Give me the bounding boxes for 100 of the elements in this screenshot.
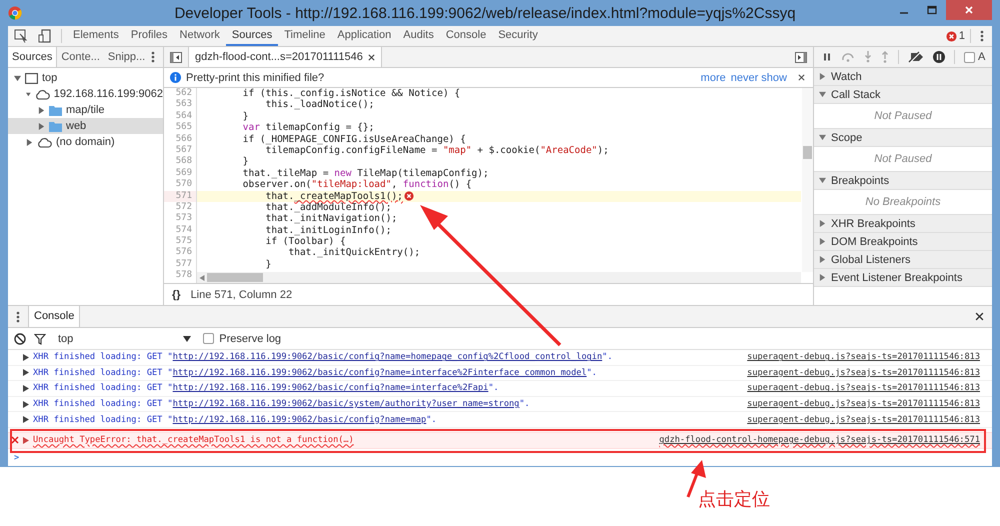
scroll-left-icon[interactable]	[197, 274, 207, 280]
log-message-end: ".	[488, 383, 499, 394]
deactivate-breakpoints-icon[interactable]	[908, 51, 924, 63]
log-message: XHR finished loading: GET "	[33, 399, 173, 410]
checkbox-label: A	[978, 51, 986, 63]
async-checkbox[interactable]	[964, 52, 975, 62]
source-link[interactable]: gdzh-flood-control-homepage-debug.js?seajs-ts=201701111546:571	[659, 435, 980, 446]
infobar-link[interactable]: more	[700, 72, 726, 84]
frame-icon	[25, 72, 38, 84]
tree-item[interactable]: top	[8, 70, 163, 86]
panel-tab[interactable]: Network	[174, 26, 226, 46]
section-header[interactable]: Global Listeners	[814, 251, 992, 269]
collapsed-arrow-icon	[26, 138, 33, 146]
expanded-arrow-icon	[819, 177, 826, 184]
code-line: }	[242, 110, 248, 122]
expand-arrow-icon[interactable]	[23, 436, 29, 444]
panel-tab[interactable]: Console	[440, 26, 492, 46]
section-header[interactable]: DOM Breakpoints	[814, 233, 992, 251]
section-header[interactable]: Call Stack	[814, 86, 992, 104]
code-line: tilemapConfig.configFileName = "map" + $.cookie("AreaCode");	[264, 144, 609, 156]
source-link[interactable]: superagent-debug.js?seajs-ts=201701111546:813	[747, 352, 980, 362]
code-line: that._tileMap = new TileMap(tilemapConfig);	[242, 168, 489, 180]
url-link[interactable]: http://192.168.116.199:9062/basic/config?name=map	[172, 414, 426, 425]
vertical-scrollbar[interactable]	[802, 88, 813, 272]
panel-tab[interactable]: Security	[492, 26, 544, 46]
cloud-icon	[34, 88, 50, 100]
expand-arrow-icon[interactable]	[23, 369, 29, 376]
expand-arrow-icon[interactable]	[23, 354, 29, 361]
console-tab[interactable]: Console	[28, 306, 80, 327]
source-link[interactable]: superagent-debug.js?seajs-ts=201701111546:813	[747, 383, 980, 394]
panel-tab[interactable]: Audits	[397, 26, 440, 46]
pause-icon[interactable]	[822, 52, 832, 62]
infobar-link[interactable]: never show	[730, 72, 787, 84]
more-options-icon[interactable]	[151, 51, 155, 63]
line-number: 575	[174, 236, 193, 247]
inspect-icon[interactable]	[14, 29, 28, 43]
maximize-icon	[927, 5, 937, 15]
toggle-navigator-icon[interactable]	[170, 52, 182, 62]
folder-icon	[49, 104, 62, 116]
toggle-debugger-icon[interactable]	[795, 52, 807, 62]
window-title: Developer Tools - http://192.168.116.199:9062/web/release/index.html?module=yqjs%2Cssyq	[173, 4, 797, 22]
device-icon[interactable]	[38, 29, 52, 43]
source-link[interactable]: superagent-debug.js?seajs-ts=201701111546:813	[747, 399, 980, 410]
navigator-tab[interactable]: Conte...	[57, 47, 104, 67]
close-button[interactable]	[946, 0, 992, 20]
close-icon[interactable]	[975, 312, 984, 321]
panel-tab[interactable]: Timeline	[278, 26, 332, 46]
url-link[interactable]: http://192.168.116.199:9062/basic/config?name=interface%2Fapi	[172, 383, 488, 394]
log-message: XHR finished loading: GET "	[33, 352, 173, 362]
empty-message: Not Paused	[874, 153, 932, 165]
close-icon[interactable]	[368, 54, 375, 60]
collapsed-arrow-icon	[38, 122, 45, 130]
navigator-tab[interactable]: Sources	[8, 47, 58, 67]
clear-console-icon[interactable]	[14, 332, 26, 344]
line-number: 569	[174, 168, 193, 179]
pause-on-exceptions-icon[interactable]	[933, 51, 945, 63]
line-number: 567	[174, 144, 193, 156]
panel-tab[interactable]: Application	[331, 26, 398, 46]
tree-item[interactable]: (no domain)	[8, 134, 163, 150]
section-header[interactable]: Event Listener Breakpoints	[814, 269, 992, 287]
file-tab[interactable]: gdzh-flood-cont...s=201701111546	[188, 47, 382, 67]
log-message: XHR finished loading: GET "	[33, 414, 173, 425]
log-message-end: ".	[519, 399, 530, 410]
log-message-end: ".	[586, 368, 597, 378]
section-header[interactable]: Scope	[814, 129, 992, 147]
expand-arrow-icon[interactable]	[23, 384, 29, 392]
line-number: 570	[174, 179, 193, 191]
line-number: 571	[164, 190, 196, 202]
close-icon[interactable]	[798, 74, 805, 81]
panel-tab[interactable]: Profiles	[124, 26, 174, 46]
horizontal-scrollbar[interactable]	[197, 272, 801, 283]
error-icon	[11, 436, 19, 444]
collapsed-arrow-icon	[819, 238, 826, 245]
preserve-log-checkbox[interactable]	[203, 333, 214, 344]
tree-item[interactable]: web	[8, 118, 163, 134]
tree-item[interactable]: 192.168.116.199:9062	[8, 86, 163, 102]
error-count[interactable]: 1	[958, 30, 965, 42]
line-number: 564	[174, 110, 193, 122]
expand-arrow-icon[interactable]	[23, 400, 29, 408]
pretty-print-button[interactable]: {}	[172, 288, 181, 300]
url-link[interactable]: http://192.168.116.199:9062/basic/system/authority?user_name=strong	[172, 399, 520, 410]
url-link[interactable]: http://192.168.116.199:9062/basic/config?name=interface%2Finterface_common_model	[172, 368, 587, 378]
filter-icon[interactable]	[34, 332, 46, 344]
source-link[interactable]: superagent-debug.js?seajs-ts=201701111546:813	[747, 368, 980, 378]
collapsed-arrow-icon	[819, 73, 826, 80]
source-link[interactable]: superagent-debug.js?seajs-ts=201701111546:813	[747, 414, 980, 425]
url-link[interactable]: http://192.168.116.199:9062/basic/config?name=homepage_config%2Cflood_control_login	[172, 352, 602, 362]
expand-arrow-icon[interactable]	[23, 416, 29, 424]
section-header[interactable]: Breakpoints	[814, 172, 992, 190]
console-prompt[interactable]: >	[8, 452, 992, 463]
navigator-tab[interactable]: Snipp...	[104, 47, 150, 67]
empty-message: No Breakpoints	[865, 196, 941, 208]
more-options-icon[interactable]	[16, 310, 20, 322]
tree-item[interactable]: map/tile	[8, 102, 163, 118]
code-line: that._createMapTools1();	[264, 190, 403, 202]
section-header[interactable]: Watch	[814, 68, 992, 86]
context-dropdown[interactable]: top	[54, 332, 196, 344]
panel-tab[interactable]: Elements	[67, 26, 125, 46]
more-options-icon[interactable]	[980, 30, 984, 42]
section-header[interactable]: XHR Breakpoints	[814, 215, 992, 233]
